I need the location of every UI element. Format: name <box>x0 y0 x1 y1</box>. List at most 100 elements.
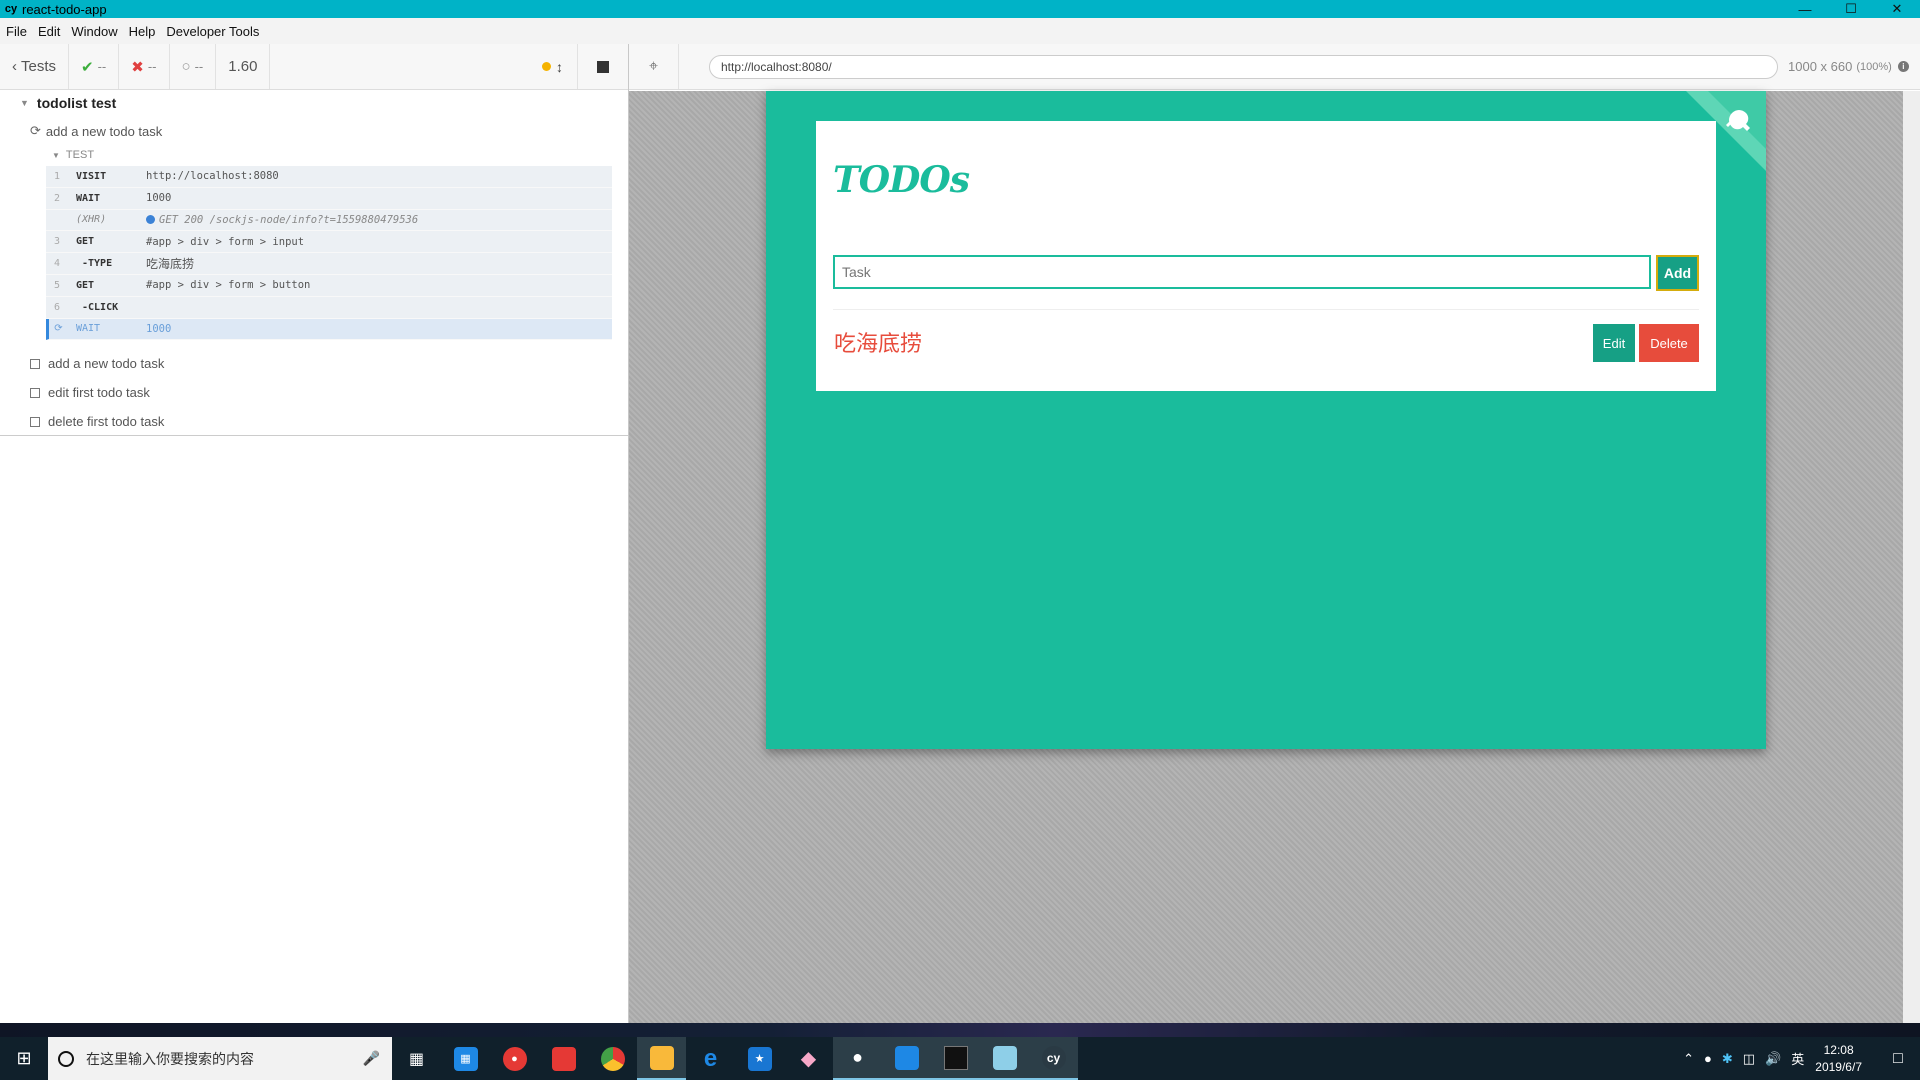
sketch-icon[interactable]: ◆ <box>784 1037 833 1080</box>
url-text: http://localhost:8080/ <box>721 59 832 74</box>
command-number: 1 <box>53 170 61 182</box>
suite-title[interactable]: ▼ todolist test <box>20 95 116 111</box>
running-test[interactable]: ⟳ add a new todo task <box>30 123 162 139</box>
notification-icon[interactable]: □ <box>1876 1050 1920 1068</box>
delete-button[interactable]: Delete <box>1639 324 1699 362</box>
info-icon[interactable]: i <box>1897 61 1909 72</box>
chevron-left-icon: ‹ <box>12 58 17 75</box>
checkbox-icon <box>30 387 40 398</box>
command-name: WAIT <box>76 323 101 335</box>
edit-button[interactable]: Edit <box>1593 324 1635 362</box>
command-row[interactable]: 4 -TYPE 吃海底捞 <box>46 253 612 275</box>
command-row[interactable]: (XHR) GET 200 /sockjs-node/info?t=155988… <box>46 209 612 232</box>
pending-test[interactable]: delete first todo task <box>30 414 164 429</box>
app-title: TODOs <box>833 159 970 201</box>
task-view-icon[interactable]: ▦ <box>392 1037 441 1080</box>
stop-button[interactable] <box>578 44 628 89</box>
cypress-icon[interactable]: cy <box>1029 1037 1078 1080</box>
terminal-icon[interactable] <box>931 1037 980 1080</box>
menu-edit[interactable]: Edit <box>38 24 60 39</box>
taskbar-search[interactable]: 在这里输入你要搜索的内容 🎤 <box>48 1037 392 1080</box>
cypress-app-icon: cy <box>4 3 18 15</box>
notepad-icon[interactable] <box>980 1037 1029 1080</box>
tests-label: Tests <box>21 58 57 75</box>
running-dot-icon <box>542 62 551 71</box>
ime-indicator[interactable]: 英 <box>1791 1049 1804 1068</box>
maximize-button[interactable]: ☐ <box>1828 0 1874 18</box>
menu-help[interactable]: Help <box>129 24 156 39</box>
desktop-wallpaper-strip <box>0 1023 1920 1037</box>
command-name: GET <box>76 279 95 291</box>
youdao-icon[interactable] <box>539 1037 588 1080</box>
command-row[interactable]: 1 VISIT http://localhost:8080 <box>46 166 612 188</box>
pinned-app-icon[interactable]: ★ <box>735 1037 784 1080</box>
window-title: react-todo-app <box>22 1 107 17</box>
checkbox-icon <box>30 358 40 369</box>
command-message: 吃海底捞 <box>146 257 195 272</box>
command-name: -CLICK <box>82 301 119 313</box>
windows-start-icon[interactable]: ⊞ <box>0 1037 48 1080</box>
pending-test[interactable]: edit first todo task <box>30 385 150 400</box>
running-indicator: ↕ <box>270 44 578 89</box>
wechat-tray-icon[interactable]: ● <box>1704 1051 1712 1066</box>
task-input[interactable] <box>833 255 1651 289</box>
volume-icon[interactable]: 🔊 <box>1765 1051 1781 1067</box>
app-iframe: TODOs Add 吃海底捞 Edit Delete <box>766 91 1766 749</box>
minimize-button[interactable]: — <box>1782 0 1828 18</box>
clock[interactable]: 12:08 2019/6/7 <box>1815 1042 1862 1076</box>
x-icon: ✖ <box>131 58 144 76</box>
command-number: 2 <box>53 192 61 204</box>
clock-date: 2019/6/7 <box>1815 1059 1862 1074</box>
netease-music-icon[interactable]: ● <box>490 1037 539 1080</box>
menu-developer-tools[interactable]: Developer Tools <box>166 24 259 39</box>
pending-stat: ○ -- <box>170 44 217 89</box>
passed-stat: ✔ -- <box>69 44 120 89</box>
taskbar: ⊞ 在这里输入你要搜索的内容 🎤 ▦ ▦ ● e ★ ◆ ● cy ⌃ ● ✱ … <box>0 1037 1920 1080</box>
command-row[interactable]: 2 WAIT 1000 <box>46 187 612 210</box>
command-row[interactable]: 3 GET #app > div > form > input <box>46 231 612 254</box>
file-explorer-icon[interactable] <box>637 1037 686 1080</box>
menu-window[interactable]: Window <box>71 24 117 39</box>
selector-playground-button[interactable]: ⌖ <box>629 44 679 89</box>
chrome-icon[interactable] <box>588 1037 637 1080</box>
store-icon[interactable]: ▦ <box>441 1037 490 1080</box>
command-row[interactable]: 6 -CLICK <box>46 296 612 319</box>
stop-icon <box>597 60 609 73</box>
failed-count: -- <box>147 59 157 74</box>
vscode-icon[interactable] <box>882 1037 931 1080</box>
chevron-up-icon[interactable]: ⌃ <box>1683 1051 1694 1067</box>
duration: 1.60 <box>216 44 271 89</box>
caret-down-icon: ▼ <box>52 150 60 160</box>
command-number: 5 <box>53 279 61 291</box>
test-section-text: TEST <box>65 149 95 161</box>
edge-icon[interactable]: e <box>686 1037 735 1080</box>
xhr-text: GET 200 /sockjs-node/info?t=155988047953… <box>159 213 419 226</box>
back-to-tests-button[interactable]: ‹ Tests <box>0 44 70 89</box>
menu-file[interactable]: File <box>6 24 27 39</box>
reporter-panel: ▼ todolist test ⟳ add a new todo task ▼ … <box>0 90 628 436</box>
add-button[interactable]: Add <box>1656 255 1699 291</box>
test-section-header[interactable]: ▼ TEST <box>52 149 94 161</box>
cortana-icon <box>58 1050 74 1067</box>
separator <box>833 309 1699 310</box>
search-placeholder: 在这里输入你要搜索的内容 <box>86 1051 254 1068</box>
command-message: 1000 <box>146 322 172 335</box>
command-message: GET 200 /sockjs-node/info?t=155988047953… <box>146 214 418 226</box>
network-icon[interactable]: ◫ <box>1743 1051 1755 1067</box>
wechat-icon[interactable]: ● <box>833 1037 882 1080</box>
command-row-active[interactable]: ⟳ WAIT 1000 <box>46 318 612 341</box>
duration-value: 1.60 <box>228 58 258 75</box>
checkbox-icon <box>30 416 40 427</box>
close-button[interactable]: ✕ <box>1874 0 1920 18</box>
microphone-icon[interactable]: 🎤 <box>363 1051 380 1067</box>
pending-test[interactable]: add a new todo task <box>30 356 164 371</box>
passed-count: -- <box>97 59 107 74</box>
url-bar[interactable]: http://localhost:8080/ <box>709 54 1778 79</box>
bluetooth-icon[interactable]: ✱ <box>1722 1051 1733 1067</box>
loading-spinner-icon: ⟳ <box>54 323 63 335</box>
aut-scrollbar[interactable] <box>1903 91 1920 1023</box>
check-icon: ✔ <box>81 58 94 76</box>
failed-stat: ✖ -- <box>119 44 170 89</box>
scroll-toggle-icon[interactable]: ↕ <box>556 59 563 75</box>
command-row[interactable]: 5 GET #app > div > form > button <box>46 274 612 297</box>
